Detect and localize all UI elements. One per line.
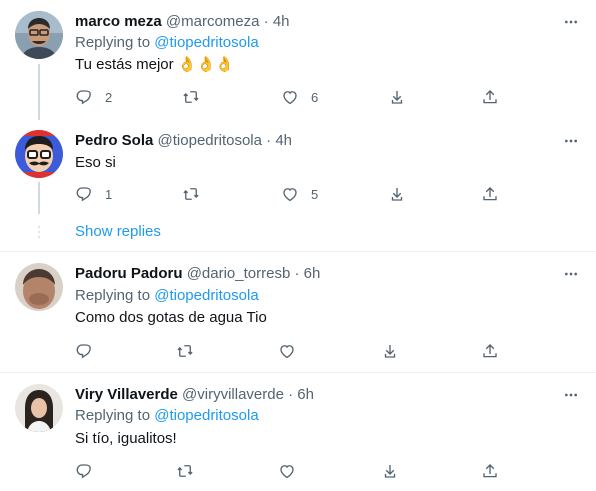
upload-icon <box>481 88 499 106</box>
replying-to-label: Replying to <box>75 287 151 304</box>
avatar[interactable] <box>15 11 63 59</box>
upload-button[interactable] <box>481 461 499 481</box>
tweet-text: Si tío, igualitos! <box>75 430 177 447</box>
like-button[interactable] <box>278 341 296 361</box>
upload-button[interactable] <box>481 184 499 204</box>
upload-button[interactable] <box>481 341 499 361</box>
tweet-actions: 1 5 <box>75 184 505 204</box>
replying-to-label: Replying to <box>75 34 151 51</box>
like-button[interactable] <box>278 461 296 481</box>
separator-dot: · <box>294 265 300 282</box>
reply-icon <box>75 185 93 203</box>
like-button[interactable]: 6 <box>281 87 318 107</box>
author-handle[interactable]: @tiopedritosola <box>158 132 262 149</box>
tweet[interactable]: Pedro Sola @tiopedritosola · 4h Eso si 1… <box>0 122 596 252</box>
heart-icon <box>278 462 296 480</box>
more-options-button[interactable] <box>563 14 579 30</box>
like-count: 5 <box>311 186 319 202</box>
tweet[interactable]: Viry Villaverde @viryvillaverde · 6h Rep… <box>0 373 596 491</box>
retweet-icon <box>182 185 200 203</box>
author-name[interactable]: Viry Villaverde <box>75 386 178 403</box>
retweet-icon <box>182 88 200 106</box>
share-button[interactable] <box>381 341 399 361</box>
reply-icon <box>75 342 93 360</box>
tweet[interactable]: marco meza @marcomeza · 4h Replying to @… <box>0 0 596 122</box>
tweet-actions <box>75 341 505 361</box>
like-button[interactable]: 5 <box>281 184 318 204</box>
replying-to-line: Replying to @tiopedritosola <box>75 33 259 53</box>
share-icon <box>381 342 399 360</box>
reply-count: 1 <box>105 186 113 202</box>
more-horizontal-icon <box>563 133 579 149</box>
replying-to-mention[interactable]: @tiopedritosola <box>154 287 258 304</box>
author-name[interactable]: marco meza <box>75 13 162 30</box>
replying-to-line: Replying to @tiopedritosola <box>75 406 259 426</box>
tweet-header: Viry Villaverde @viryvillaverde · 6h <box>75 385 314 405</box>
heart-icon <box>281 88 299 106</box>
reply-icon <box>75 88 93 106</box>
share-icon <box>388 88 406 106</box>
retweet-icon <box>176 462 194 480</box>
reply-button[interactable] <box>75 341 93 361</box>
more-options-button[interactable] <box>563 387 579 403</box>
upload-icon <box>481 462 499 480</box>
tweet-header: marco meza @marcomeza · 4h <box>75 12 290 32</box>
timestamp[interactable]: 4h <box>273 13 290 30</box>
author-name[interactable]: Padoru Padoru <box>75 265 183 282</box>
retweet-button[interactable] <box>176 461 194 481</box>
show-replies-link[interactable]: Show replies <box>75 223 161 240</box>
retweet-button[interactable] <box>182 87 200 107</box>
separator-dot: · <box>266 132 272 149</box>
like-count: 6 <box>311 89 319 105</box>
replying-to-label: Replying to <box>75 407 151 424</box>
avatar[interactable] <box>15 384 63 432</box>
timestamp[interactable]: 6h <box>297 386 314 403</box>
more-options-button[interactable] <box>563 266 579 282</box>
reply-button[interactable]: 2 <box>75 87 112 107</box>
tweet-text: Eso si <box>75 154 116 171</box>
author-handle[interactable]: @marcomeza <box>166 13 260 30</box>
replying-to-line: Replying to @tiopedritosola <box>75 286 259 306</box>
reply-count: 2 <box>105 89 113 105</box>
timestamp[interactable]: 6h <box>304 265 321 282</box>
heart-icon <box>281 185 299 203</box>
retweet-icon <box>176 342 194 360</box>
share-icon <box>388 185 406 203</box>
share-button[interactable] <box>381 461 399 481</box>
more-options-button[interactable] <box>563 133 579 149</box>
timestamp[interactable]: 4h <box>275 132 292 149</box>
share-icon <box>381 462 399 480</box>
reply-button[interactable]: 1 <box>75 184 112 204</box>
tweet-text: Tu estás mejor 👌👌👌 <box>75 56 234 73</box>
more-horizontal-icon <box>563 387 579 403</box>
upload-button[interactable] <box>481 87 499 107</box>
upload-icon <box>481 185 499 203</box>
author-name[interactable]: Pedro Sola <box>75 132 153 149</box>
replying-to-mention[interactable]: @tiopedritosola <box>154 34 258 51</box>
tweet-header: Pedro Sola @tiopedritosola · 4h <box>75 131 292 151</box>
avatar[interactable] <box>15 130 63 178</box>
author-handle[interactable]: @dario_torresb <box>187 265 291 282</box>
heart-icon <box>278 342 296 360</box>
retweet-button[interactable] <box>176 341 194 361</box>
more-horizontal-icon <box>563 266 579 282</box>
replying-to-mention[interactable]: @tiopedritosola <box>154 407 258 424</box>
tweet-actions <box>75 461 505 481</box>
tweet[interactable]: Padoru Padoru @dario_torresb · 6h Replyi… <box>0 252 596 372</box>
share-button[interactable] <box>388 87 406 107</box>
avatar[interactable] <box>15 263 63 311</box>
author-handle[interactable]: @viryvillaverde <box>182 386 284 403</box>
retweet-button[interactable] <box>182 184 200 204</box>
tweet-text: Como dos gotas de agua Tio <box>75 309 267 326</box>
separator-dot: · <box>288 386 294 403</box>
share-button[interactable] <box>388 184 406 204</box>
tweet-actions: 2 6 <box>75 87 505 107</box>
reply-icon <box>75 462 93 480</box>
tweet-header: Padoru Padoru @dario_torresb · 6h <box>75 264 320 284</box>
separator-dot: · <box>263 13 269 30</box>
reply-button[interactable] <box>75 461 93 481</box>
upload-icon <box>481 342 499 360</box>
more-horizontal-icon <box>563 14 579 30</box>
